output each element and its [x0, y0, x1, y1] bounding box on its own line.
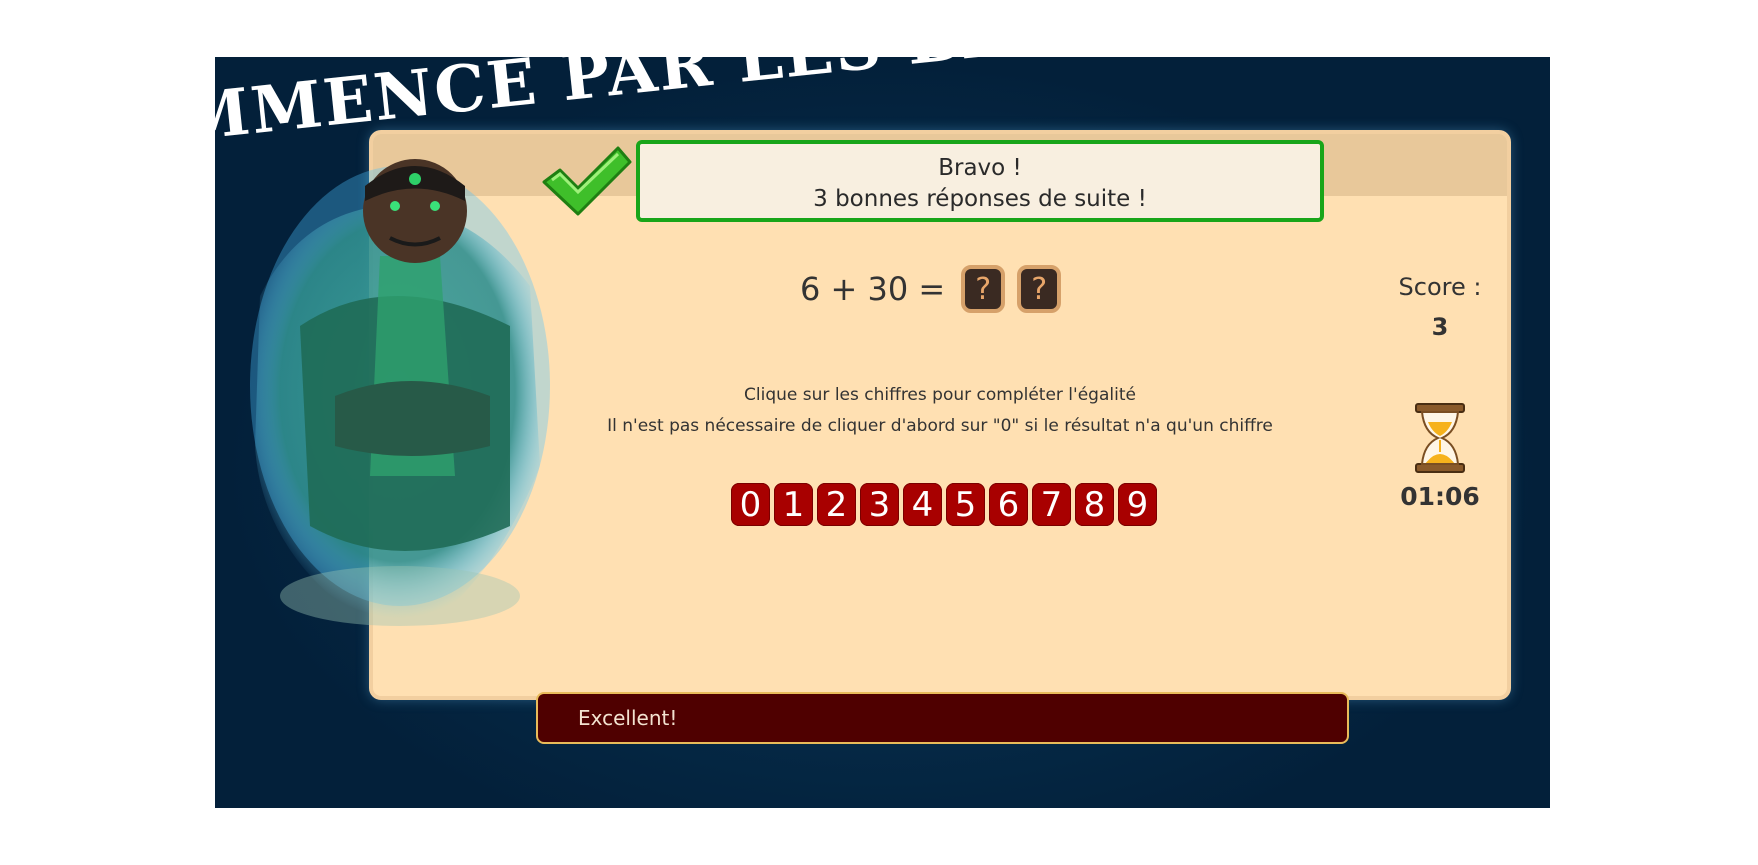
digit-button-6[interactable]: 6 — [989, 483, 1028, 526]
character-illustration — [250, 159, 550, 626]
digit-button-3[interactable]: 3 — [860, 483, 899, 526]
digit-button-2[interactable]: 2 — [817, 483, 856, 526]
instruction-line-2: Il n'est pas nécessaire de cliquer d'abo… — [607, 416, 1273, 436]
answer-slot-tens[interactable]: ? — [961, 265, 1006, 313]
score-value: 3 — [1431, 313, 1449, 341]
check-icon — [542, 146, 632, 216]
digit-button-0[interactable]: 0 — [731, 483, 770, 526]
timer-value: 01:06 — [1400, 482, 1480, 511]
answer-slot-units[interactable]: ? — [1017, 265, 1062, 313]
hourglass-icon — [1415, 403, 1465, 473]
digit-keypad: 0 1 2 3 4 5 6 7 8 9 — [731, 483, 1161, 526]
equation: 6 + 30 = ? ? — [800, 264, 1067, 314]
banner-text: MMENCE PAR LES BASES... — [215, 20, 1115, 140]
digit-button-9[interactable]: 9 — [1118, 483, 1157, 526]
instruction-line-1: Clique sur les chiffres pour compléter l… — [744, 385, 1136, 405]
digit-button-5[interactable]: 5 — [946, 483, 985, 526]
chapter-banner: MMENCE PAR LES BASES... — [215, 20, 1115, 140]
digit-button-4[interactable]: 4 — [903, 483, 942, 526]
result-text: Excellent! — [578, 706, 678, 730]
score-label: Score : — [1398, 273, 1482, 301]
digit-button-7[interactable]: 7 — [1032, 483, 1071, 526]
feedback-subtitle: 3 bonnes réponses de suite ! — [813, 186, 1147, 212]
equation-text: 6 + 30 = — [800, 270, 946, 308]
feedback-title: Bravo ! — [938, 155, 1022, 181]
feedback-message: Bravo ! 3 bonnes réponses de suite ! — [636, 140, 1324, 222]
result-bar: Excellent! — [536, 692, 1349, 744]
digit-button-1[interactable]: 1 — [774, 483, 813, 526]
digit-button-8[interactable]: 8 — [1075, 483, 1114, 526]
